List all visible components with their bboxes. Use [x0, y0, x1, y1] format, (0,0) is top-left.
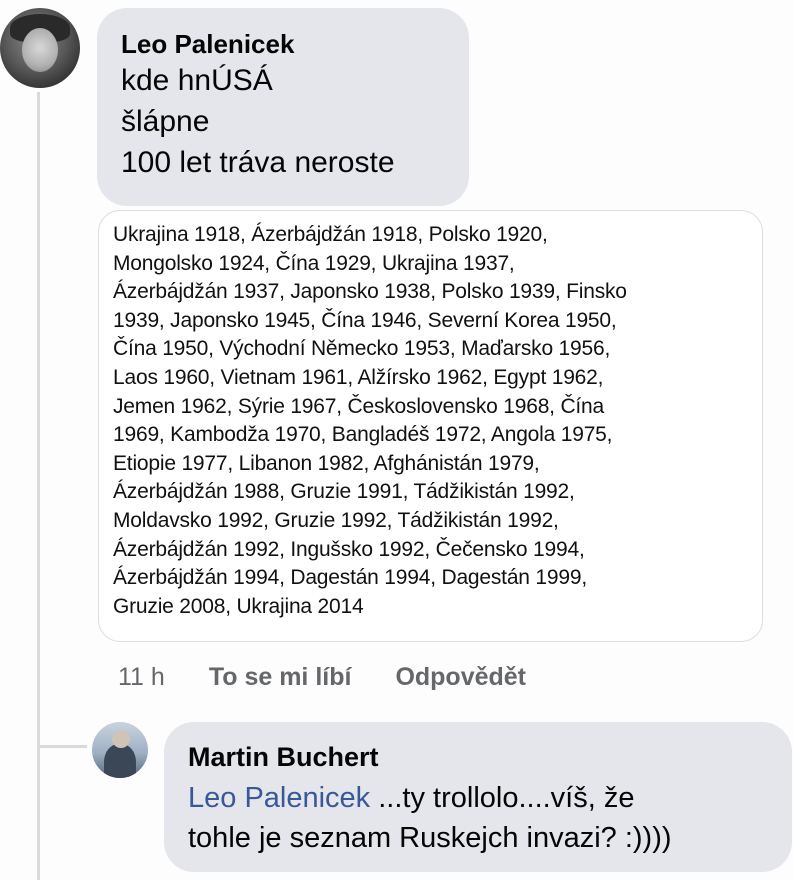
list-line: 1939, Japonsko 1945, Čína 1946, Severní … — [113, 308, 617, 332]
list-line: Laos 1960, Vietnam 1961, Alžírsko 1962, … — [113, 365, 604, 389]
avatar-leo[interactable] — [0, 8, 80, 88]
comment-bubble: Leo Palenicek kde hnÚSÁ šlápne 100 let t… — [97, 8, 469, 206]
comment-actions: 11 h To se mi líbí Odpovědět — [118, 660, 526, 694]
list-line: Etiopie 1977, Libanon 1982, Afghánistán … — [113, 451, 540, 475]
avatar-head — [112, 730, 130, 748]
mention-link[interactable]: Leo Palenicek — [188, 782, 370, 814]
reply-line-1: Leo Palenicek ...ty trollolo....víš, že — [188, 778, 768, 818]
list-line: 1969, Kambodža 1970, Bangladéš 1972, Ang… — [113, 423, 613, 447]
list-line: Čína 1950, Východní Německo 1953, Maďars… — [113, 337, 611, 361]
comment-text: kde hnÚSÁ šlápne 100 let tráva neroste — [121, 60, 445, 183]
like-button[interactable]: To se mi líbí — [209, 663, 352, 692]
list-line: Ázerbájdžán 1937, Japonsko 1938, Polsko … — [113, 280, 627, 304]
list-line: Moldavsko 1992, Gruzie 1992, Tádžikistán… — [113, 508, 559, 532]
thread-branch — [37, 745, 87, 748]
list-line: Ázerbájdžán 1988, Gruzie 1991, Tádžikist… — [113, 480, 575, 504]
reply-text-part: ...ty trollolo....víš, že — [370, 782, 635, 814]
list-line: Ázerbájdžán 1992, Ingušsko 1992, Čečensk… — [113, 537, 585, 561]
reply-author[interactable]: Martin Buchert — [188, 740, 768, 774]
reply-bubble: Martin Buchert Leo Palenicek ...ty troll… — [164, 722, 792, 872]
avatar-martin[interactable] — [92, 722, 148, 778]
comment-line: šlápne — [121, 105, 210, 138]
list-line: Ukrajina 1918, Ázerbájdžán 1918, Polsko … — [113, 223, 548, 246]
list-line: Mongolsko 1924, Čína 1929, Ukrajina 1937… — [113, 251, 515, 275]
reply-button[interactable]: Odpovědět — [395, 663, 526, 692]
list-line: Gruzie 2008, Ukrajina 2014 — [113, 594, 364, 618]
comment-line: 100 let tráva neroste — [121, 146, 395, 179]
comment-author[interactable]: Leo Palenicek — [121, 28, 445, 60]
comment-image-attachment[interactable]: Ukrajina 1918, Ázerbájdžán 1918, Polsko … — [98, 210, 763, 642]
list-line: Jemen 1962, Sýrie 1967, Československo 1… — [113, 394, 605, 418]
reply-line-2: tohle je seznam Ruskejch invazi? :)))) — [188, 822, 672, 854]
invasion-list-text: Ukrajina 1918, Ázerbájdžán 1918, Polsko … — [113, 221, 752, 621]
comment-line: kde hnÚSÁ — [121, 64, 273, 97]
avatar-face — [22, 28, 58, 72]
thread-line — [37, 92, 40, 880]
avatar-body — [104, 744, 136, 778]
comment-timestamp[interactable]: 11 h — [118, 663, 165, 692]
reply-text: Leo Palenicek ...ty trollolo....víš, že … — [188, 778, 768, 858]
list-line: Ázerbájdžán 1994, Dagestán 1994, Dagestá… — [113, 566, 587, 590]
